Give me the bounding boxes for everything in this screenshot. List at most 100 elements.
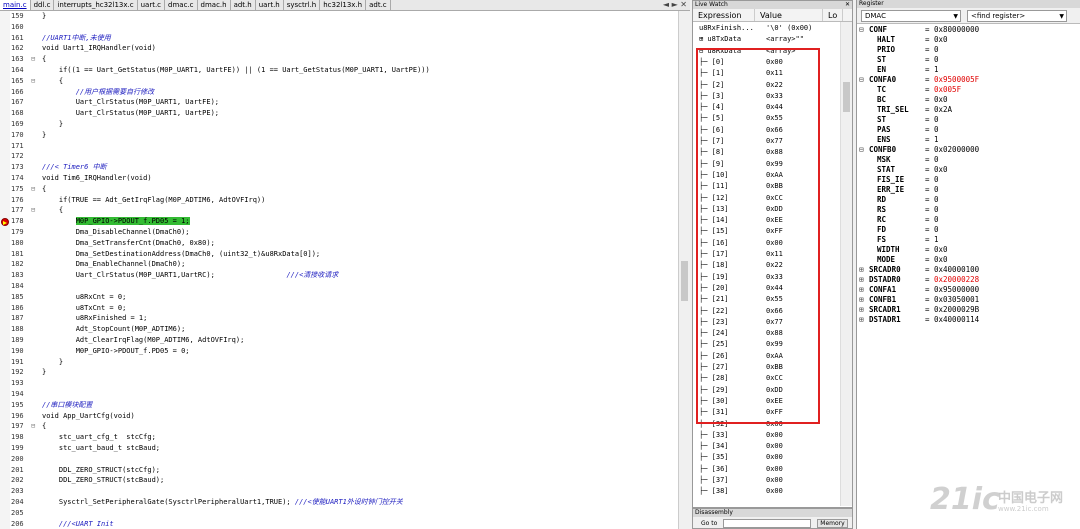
watch-value[interactable]: 0x00 <box>766 475 783 486</box>
register-value[interactable]: 0 <box>934 195 939 205</box>
register-value[interactable]: 1 <box>934 135 939 145</box>
expand-toggle-icon[interactable]: ⊞ <box>859 305 867 315</box>
watch-value[interactable]: <array>"" <box>766 34 804 45</box>
tab-ddl-c[interactable]: ddl.c <box>31 0 55 10</box>
watch-value[interactable]: 0x00 <box>766 464 783 475</box>
register-value[interactable]: 1 <box>934 235 939 245</box>
register-value[interactable]: 0x02000000 <box>934 145 979 155</box>
goto-input[interactable] <box>723 518 812 528</box>
editor-scrollbar[interactable] <box>678 11 690 529</box>
expand-toggle-icon[interactable]: ⊟ <box>859 145 867 155</box>
register-value[interactable]: 0 <box>934 55 939 65</box>
register-value[interactable]: 0 <box>934 155 939 165</box>
watch-col-expression[interactable]: Expression <box>693 9 755 21</box>
editor-scroll-thumb[interactable] <box>681 261 688 301</box>
watch-value[interactable]: 0x00 <box>766 486 783 497</box>
register-value[interactable]: 1 <box>934 65 939 75</box>
register-value[interactable]: 0x95000000 <box>934 285 979 295</box>
register-value[interactable]: 0 <box>934 205 939 215</box>
watch-col-value[interactable]: Value <box>755 9 823 21</box>
tab-interrupts_hc32l13x-c[interactable]: interrupts_hc32l13x.c <box>54 0 138 10</box>
register-value[interactable]: 0x80000000 <box>934 25 979 35</box>
register-row[interactable]: ⊞ DSTADR0 = 0x20000228 <box>859 275 979 285</box>
expand-toggle-icon[interactable]: ⊞ <box>859 295 867 305</box>
tab-sysctrl-h[interactable]: sysctrl.h <box>284 0 321 10</box>
expand-toggle-icon[interactable]: ⊟ <box>859 75 867 85</box>
code-tokens: u8TxCnt = 0; <box>42 303 127 312</box>
register-value[interactable]: 0x9500005F <box>934 75 979 85</box>
register-value[interactable]: 0x40000100 <box>934 265 979 275</box>
watch-value[interactable]: 0x00 <box>766 430 783 441</box>
register-value[interactable]: 0x40000114 <box>934 315 979 325</box>
watch-row[interactable]: ├─ [38] 0x00 <box>693 486 841 497</box>
watch-expression: ├─ [35] <box>699 453 729 462</box>
register-row[interactable]: ⊟ CONF = 0x80000000 <box>859 25 979 35</box>
close-icon[interactable]: ✕ <box>845 1 850 9</box>
register-value[interactable]: 0x0 <box>934 35 948 45</box>
tab-adt-h[interactable]: adt.h <box>231 0 256 10</box>
expand-toggle-icon[interactable]: ⊞ <box>859 275 867 285</box>
register-value[interactable]: 0x2000029B <box>934 305 979 315</box>
register-value[interactable]: 0x005F <box>934 85 961 95</box>
register-value[interactable]: 0 <box>934 225 939 235</box>
register-row[interactable]: ⊞ DSTADR1 = 0x40000114 <box>859 315 979 325</box>
register-value[interactable]: 0x0 <box>934 165 948 175</box>
equals-sign: = <box>925 275 930 284</box>
watch-row[interactable]: u8RxFinish... '\0' (0x00) <box>693 23 841 34</box>
watch-row[interactable]: ├─ [37] 0x00 <box>693 475 841 486</box>
watch-value[interactable]: '\0' (0x00) <box>766 23 812 34</box>
watch-row[interactable]: ├─ [36] 0x00 <box>693 464 841 475</box>
tab-uart-h[interactable]: uart.h <box>256 0 284 10</box>
tab-dmac-c[interactable]: dmac.c <box>165 0 198 10</box>
watch-scrollbar[interactable] <box>840 22 852 506</box>
tab-adt-c[interactable]: adt.c <box>366 0 391 10</box>
register-value[interactable]: 0x0 <box>934 95 948 105</box>
equals-sign: = <box>925 235 930 244</box>
register-value[interactable]: 0x2A <box>934 105 952 115</box>
register-row[interactable]: ⊞ SRCADR0 = 0x40000100 <box>859 265 979 275</box>
register-value[interactable]: 0x0 <box>934 245 948 255</box>
watch-scroll-thumb[interactable] <box>843 82 850 112</box>
tab-uart-c[interactable]: uart.c <box>138 0 166 10</box>
memory-button[interactable]: Memory <box>817 518 848 528</box>
register-value[interactable]: 0x20000228 <box>934 275 979 285</box>
register-row[interactable]: ⊟ CONFA0 = 0x9500005F <box>859 75 979 85</box>
code-area[interactable]: 159} 160 161//UART1中断,未使用 162 void Uart1_IRQ… <box>0 11 678 529</box>
watch-row[interactable]: ├─ [33] 0x00 <box>693 430 841 441</box>
expand-toggle-icon[interactable]: ⊟ <box>859 25 867 35</box>
register-value[interactable]: 0 <box>934 125 939 135</box>
watch-row[interactable]: ├─ [35] 0x00 <box>693 452 841 463</box>
watch-row[interactable]: ⊞ u8TxData <array>"" <box>693 34 841 45</box>
register-value[interactable]: 0x0 <box>934 255 948 265</box>
tab-dmac-h[interactable]: dmac.h <box>198 0 231 10</box>
register-row[interactable]: ⊞ SRCADR1 = 0x2000029B <box>859 305 979 315</box>
code-tokens: ///<UART Init <box>42 519 114 528</box>
register-row[interactable]: ⊟ CONFB0 = 0x02000000 <box>859 145 979 155</box>
tab-controls[interactable]: ◄ ► ✕ <box>663 0 687 10</box>
register-name: WIDTH <box>877 245 900 254</box>
register-row[interactable]: ⊞ CONFA1 = 0x95000000 <box>859 285 979 295</box>
register-group-select[interactable]: DMAC ▼ <box>861 10 961 22</box>
register-value[interactable]: 0 <box>934 215 939 225</box>
tab-hc32l13x-h[interactable]: hc32l13x.h <box>320 0 367 10</box>
code-tokens: { <box>42 55 47 64</box>
expand-toggle-icon[interactable]: ⊞ <box>859 285 867 295</box>
expand-toggle-icon[interactable]: ⊞ <box>859 315 867 325</box>
watch-value[interactable]: 0x00 <box>766 441 783 452</box>
code-tokens: Uart_ClrStatus(M0P_UART1,UartRC); <box>42 271 215 280</box>
register-value[interactable]: 0 <box>934 45 939 55</box>
register-value[interactable]: 0x03050001 <box>934 295 979 305</box>
register-name: CONFA0 <box>869 75 897 84</box>
register-value[interactable]: 0 <box>934 185 939 195</box>
expand-toggle-icon[interactable]: ⊞ <box>859 265 867 275</box>
breakpoint-arrow-icon[interactable] <box>1 218 9 227</box>
watch-value[interactable]: 0x00 <box>766 452 783 463</box>
register-value[interactable]: 0 <box>934 175 939 185</box>
register-value[interactable]: 0 <box>934 115 939 125</box>
watch-col-location[interactable]: Lo <box>823 9 843 21</box>
watch-row[interactable]: ├─ [34] 0x00 <box>693 441 841 452</box>
tab-main-c[interactable]: main.c <box>0 0 31 10</box>
find-register-select[interactable]: <find register> ▼ <box>967 10 1067 22</box>
code-tokens: void Tim6_IRQHandler(void) <box>42 174 152 182</box>
register-row[interactable]: ⊞ CONFB1 = 0x03050001 <box>859 295 979 305</box>
